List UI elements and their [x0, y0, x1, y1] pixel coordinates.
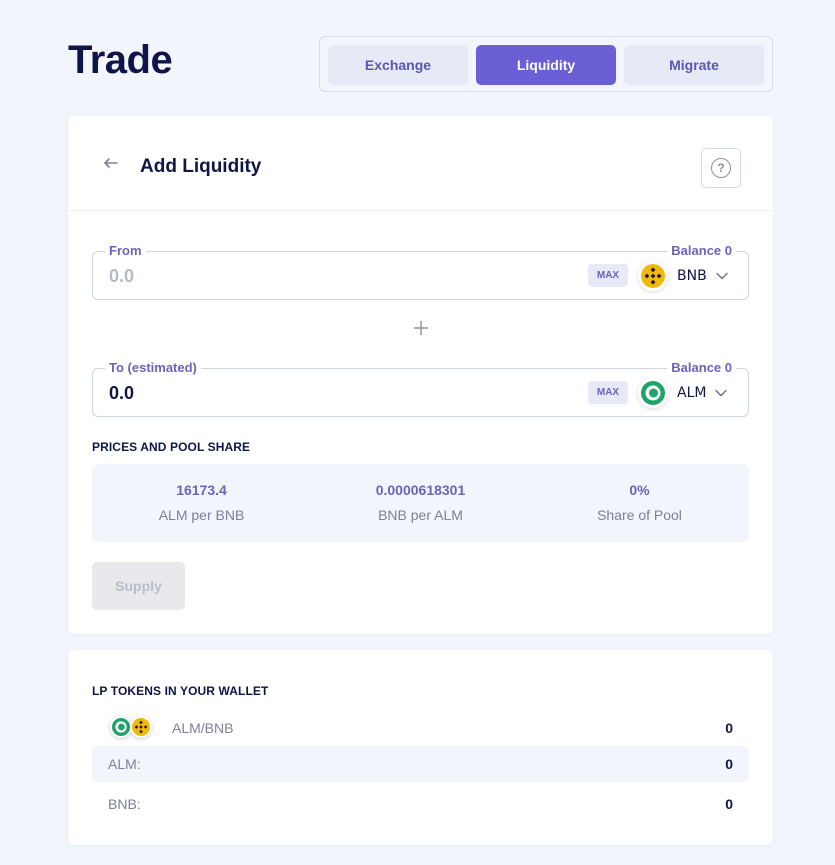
from-field[interactable]: From Balance 0 0.0 MAX BNB [92, 243, 749, 300]
lp-row-value: 0 [725, 756, 733, 772]
to-field[interactable]: To (estimated) Balance 0 0.0 MAX ALM [92, 360, 749, 417]
chevron-down-icon [715, 272, 728, 280]
lp-row-alm: ALM: 0 [92, 746, 749, 782]
supply-button[interactable]: Supply [92, 562, 185, 610]
prices-box: 16173.4 ALM per BNB 0.0000618301 BNB per… [92, 464, 749, 542]
question-icon: ? [711, 158, 731, 178]
tab-liquidity[interactable]: Liquidity [476, 45, 616, 85]
from-max-button[interactable]: MAX [588, 264, 628, 287]
to-amount-input[interactable]: 0.0 [109, 383, 134, 404]
from-token-select[interactable]: BNB [638, 260, 729, 292]
page-title: Trade [68, 38, 173, 82]
price-stat: 16173.4 ALM per BNB [92, 464, 311, 542]
lp-row-label: BNB: [108, 796, 141, 812]
back-arrow-icon[interactable] [102, 154, 120, 172]
pair-icons [110, 716, 152, 738]
tab-migrate[interactable]: Migrate [624, 45, 764, 85]
plus-icon [414, 321, 428, 335]
from-balance: Balance 0 [667, 243, 736, 259]
alm-icon [110, 716, 132, 738]
lp-row-value: 0 [725, 796, 733, 812]
alm-icon [638, 378, 668, 408]
lp-pair-row: ALM/BNB 0 [92, 712, 749, 744]
price-value: 0.0000618301 [375, 482, 466, 498]
lp-pair-balance: 0 [725, 720, 733, 736]
price-label: BNB per ALM [378, 507, 463, 523]
bnb-icon [638, 261, 668, 291]
card-header: Add Liquidity ? [68, 116, 773, 211]
from-token-name: BNB [677, 268, 707, 284]
bnb-icon [130, 716, 152, 738]
trade-tabs: Exchange Liquidity Migrate [319, 36, 773, 92]
pool-share-label: Share of Pool [597, 507, 682, 523]
to-token-select[interactable]: ALM [638, 377, 728, 409]
to-label: To (estimated) [105, 360, 201, 376]
to-token-name: ALM [677, 385, 707, 401]
add-liquidity-title: Add Liquidity [140, 156, 262, 177]
prices-section-label: PRICES AND POOL SHARE [92, 440, 251, 454]
lp-row-label: ALM: [108, 756, 141, 772]
pool-share-stat: 0% Share of Pool [530, 464, 749, 542]
from-amount-input[interactable]: 0.0 [109, 266, 134, 287]
price-value: 16173.4 [176, 482, 227, 498]
chevron-down-icon [715, 389, 728, 397]
add-liquidity-card: Add Liquidity ? From Balance 0 0.0 MAX B… [68, 116, 773, 634]
lp-tokens-card: LP TOKENS IN YOUR WALLET ALM/BNB 0 ALM: … [68, 650, 773, 845]
price-stat: 0.0000618301 BNB per ALM [311, 464, 530, 542]
lp-pair-name: ALM/BNB [172, 720, 234, 736]
lp-tokens-label: LP TOKENS IN YOUR WALLET [92, 684, 269, 698]
help-button[interactable]: ? [701, 148, 741, 188]
from-label: From [105, 243, 146, 259]
to-max-button[interactable]: MAX [588, 381, 628, 404]
pool-share-value: 0% [629, 482, 650, 498]
tab-exchange[interactable]: Exchange [328, 45, 468, 85]
price-label: ALM per BNB [158, 507, 245, 523]
to-balance: Balance 0 [667, 360, 736, 376]
lp-row-bnb: BNB: 0 [92, 786, 749, 822]
